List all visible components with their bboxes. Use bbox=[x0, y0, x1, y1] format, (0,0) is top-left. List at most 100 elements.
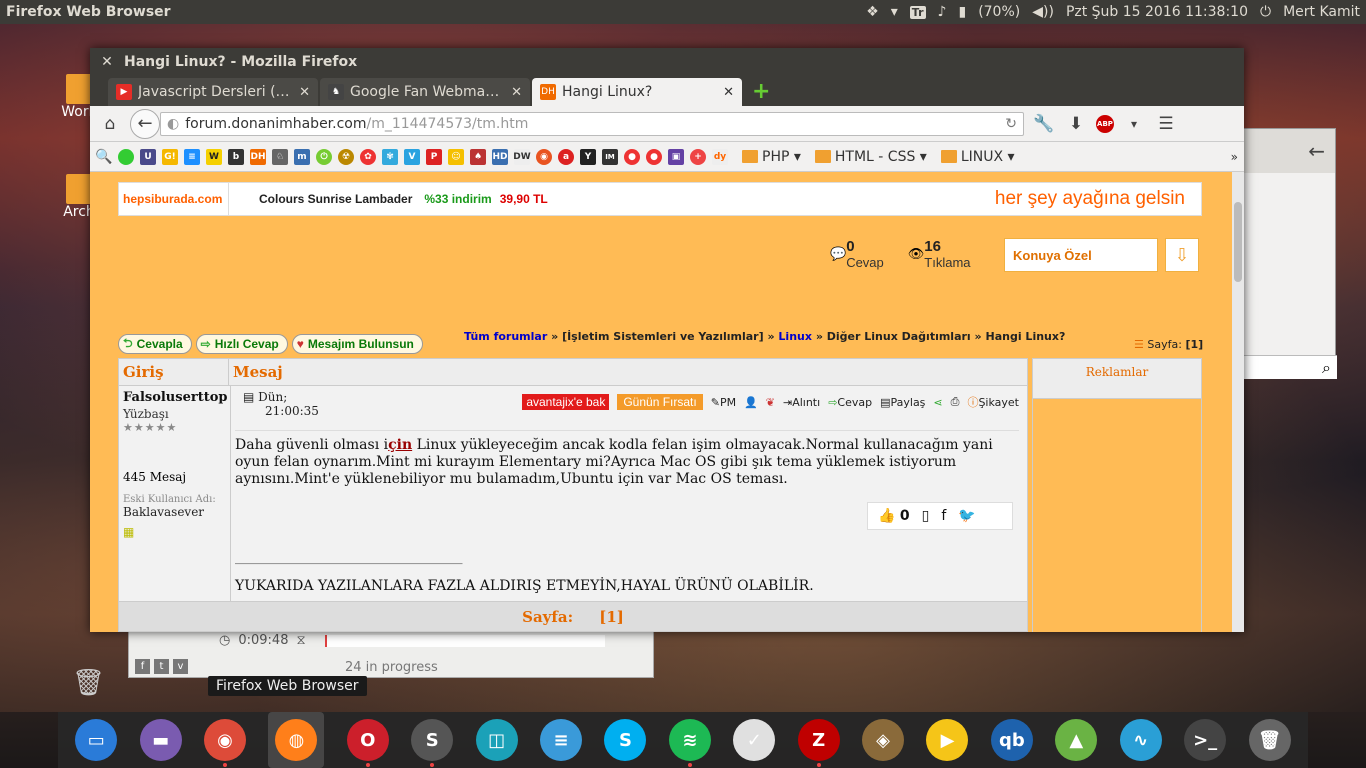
dock-terminal-icon[interactable]: >_ bbox=[1184, 719, 1227, 761]
a-icon[interactable]: a bbox=[558, 148, 574, 165]
report-button[interactable]: ⓘŞikayet bbox=[967, 394, 1019, 410]
bookmark-blue-icon[interactable]: ≡ bbox=[184, 148, 200, 165]
back-button[interactable]: ← bbox=[130, 108, 160, 139]
like-button[interactable]: 👍 0 bbox=[878, 508, 910, 524]
dropbox-icon[interactable]: ❖ bbox=[866, 4, 879, 20]
breadcrumb-all-forums[interactable]: Tüm forumlar bbox=[464, 330, 547, 343]
vimeo-icon[interactable]: V bbox=[404, 148, 420, 165]
share-icon[interactable]: ⋖ bbox=[933, 396, 942, 409]
dy-icon[interactable]: dy bbox=[712, 148, 728, 165]
find-message-button[interactable]: ♥ Mesajım Bulunsun bbox=[291, 334, 423, 354]
url-bar[interactable]: ◐ forum.donanimhaber.com /m_114474573/tm… bbox=[160, 111, 1024, 136]
dock-app-cyan-icon[interactable]: ◫ bbox=[475, 719, 518, 761]
quick-reply-button[interactable]: ⇨ Hızlı Cevap bbox=[195, 334, 288, 354]
dock-opera-icon[interactable]: O bbox=[346, 719, 389, 767]
twitter-icon[interactable]: t bbox=[154, 659, 169, 674]
twitter-icon[interactable]: 🐦 bbox=[958, 508, 975, 524]
keyboard-layout[interactable]: Tr bbox=[909, 5, 926, 19]
quote-button[interactable]: ⇥Alıntı bbox=[783, 396, 820, 409]
tab-hangi-linux[interactable]: DH Hangi Linux? ✕ bbox=[532, 78, 742, 106]
adblock-icon[interactable]: ABP bbox=[1096, 114, 1114, 133]
wifi-icon[interactable]: ▾ bbox=[891, 4, 898, 20]
new-tab-button[interactable]: + bbox=[752, 79, 770, 104]
close-window-button[interactable]: ✕ bbox=[90, 54, 124, 70]
wrench-icon[interactable]: 🔧 bbox=[1032, 114, 1056, 134]
sticky-icon[interactable]: ☺ bbox=[448, 148, 464, 165]
dock-files-icon[interactable]: ▭ bbox=[75, 719, 118, 761]
page-scrollbar[interactable] bbox=[1232, 172, 1244, 632]
reply-post-button[interactable]: ⇨Cevap bbox=[828, 396, 872, 409]
dock-filezilla-icon[interactable]: Z bbox=[797, 719, 840, 767]
shoe-icon[interactable]: ♠ bbox=[470, 148, 486, 165]
volume-icon[interactable]: ◀)) bbox=[1032, 4, 1054, 20]
battery-icon[interactable]: ▮ bbox=[958, 4, 966, 20]
dock-gimp-icon[interactable]: ◈ bbox=[862, 719, 905, 761]
user-icon[interactable]: ⏻ bbox=[1260, 4, 1271, 20]
g-icon[interactable]: G! bbox=[162, 148, 178, 165]
hd-icon[interactable]: HD bbox=[492, 148, 508, 165]
user-name[interactable]: Mert Kamit bbox=[1283, 4, 1360, 20]
download-window[interactable]: ◷ 0:09:48 ⧖ f t v 24 in progress bbox=[128, 626, 654, 678]
bookmark-folder-html-css[interactable]: HTML - CSS ▾ bbox=[814, 149, 927, 165]
breadcrumb-topic[interactable]: Hangi Linux? bbox=[986, 330, 1066, 343]
reload-icon[interactable]: ↻ bbox=[1005, 116, 1017, 132]
tomato2-icon[interactable]: ● bbox=[646, 148, 662, 165]
dock-player-icon[interactable]: ▶ bbox=[926, 719, 969, 761]
dock-android-studio-icon[interactable]: ▲ bbox=[1055, 719, 1098, 761]
breadcrumb-category[interactable]: [İşletim Sistemleri ve Yazılımlar] bbox=[562, 330, 764, 343]
back-arrow-icon[interactable]: ← bbox=[1233, 129, 1335, 173]
imdb-icon[interactable]: IM bbox=[602, 148, 618, 165]
dock-trash-icon[interactable]: 🗑 bbox=[1248, 719, 1291, 761]
bookmark-folder-php[interactable]: PHP ▾ bbox=[742, 149, 801, 165]
y-icon[interactable]: Y bbox=[580, 148, 596, 165]
tab-google-fan[interactable]: ♞ Google Fan Webma… ✕ bbox=[320, 78, 530, 106]
dw-icon[interactable]: DW bbox=[513, 148, 531, 165]
reply-button[interactable]: ⮌ Cevapla bbox=[118, 334, 192, 354]
facebook-icon[interactable]: f bbox=[941, 508, 946, 524]
dh-icon[interactable]: DH bbox=[250, 148, 266, 165]
post-username[interactable]: Falsoluserttop bbox=[123, 390, 227, 405]
vimeo-icon[interactable]: v bbox=[173, 659, 188, 674]
dock-skype-icon[interactable]: S bbox=[604, 719, 647, 761]
post-text-link[interactable]: çin bbox=[388, 437, 412, 453]
notification-bell-icon[interactable]: ♪ bbox=[938, 4, 947, 20]
radiation-icon[interactable]: ☢ bbox=[338, 148, 354, 165]
drop-icon[interactable] bbox=[118, 148, 134, 165]
page-number[interactable]: [1] bbox=[1185, 338, 1203, 351]
share-button[interactable]: ▤Paylaş bbox=[880, 396, 925, 409]
search-icon[interactable]: 🔍 bbox=[95, 149, 112, 165]
dock-todo-icon[interactable]: ✓ bbox=[733, 719, 776, 761]
chevron-down-icon[interactable]: ▾ bbox=[1122, 117, 1146, 131]
pm-button[interactable]: ✎PM bbox=[711, 396, 736, 409]
dock-sublime-icon[interactable]: S bbox=[411, 719, 454, 767]
home-icon[interactable]: ⌂ bbox=[98, 114, 122, 134]
trash-icon[interactable]: 🗑 bbox=[72, 668, 105, 704]
p-icon[interactable]: P bbox=[426, 148, 442, 165]
dock-spotify-icon[interactable]: ≋ bbox=[668, 719, 711, 767]
b-icon[interactable]: b bbox=[228, 148, 244, 165]
flower-icon[interactable]: ✿ bbox=[360, 148, 376, 165]
dock-folder-icon[interactable]: ▬ bbox=[139, 719, 182, 761]
download-arrow-icon[interactable]: ⇩ bbox=[1165, 238, 1199, 272]
dock-text-editor-icon[interactable]: ≡ bbox=[540, 719, 583, 761]
plus-icon[interactable]: + bbox=[690, 148, 706, 165]
close-tab-icon[interactable]: ✕ bbox=[299, 85, 310, 100]
facebook-icon[interactable]: f bbox=[135, 659, 150, 674]
breadcrumb-linux[interactable]: Linux bbox=[778, 330, 812, 343]
dock-chrome-icon[interactable]: ◉ bbox=[204, 719, 247, 767]
tab-javascript[interactable]: ▶ Javascript Dersleri (… ✕ bbox=[108, 78, 318, 106]
gift-icon[interactable]: ❦ bbox=[766, 396, 775, 409]
avantajix-badge[interactable]: avantajix'e bak bbox=[522, 394, 610, 410]
close-tab-icon[interactable]: ✕ bbox=[511, 85, 522, 100]
dock-qbittorrent-icon[interactable]: qb bbox=[990, 719, 1033, 761]
butterfly-icon[interactable]: ✾ bbox=[382, 148, 398, 165]
download-icon[interactable]: ⬇ bbox=[1064, 114, 1088, 134]
close-tab-icon[interactable]: ✕ bbox=[723, 85, 734, 100]
search-icon[interactable]: ⌕ bbox=[1233, 355, 1337, 379]
power-icon[interactable]: ⏻ bbox=[316, 148, 332, 165]
dock-firefox-icon[interactable]: ◍ bbox=[268, 712, 325, 768]
konuya-ozel-button[interactable]: Konuya Özel bbox=[1004, 238, 1158, 272]
pager-number[interactable]: [1] bbox=[599, 608, 624, 626]
w-icon[interactable]: W bbox=[206, 148, 222, 165]
print-icon[interactable]: ⎙ bbox=[951, 395, 960, 409]
